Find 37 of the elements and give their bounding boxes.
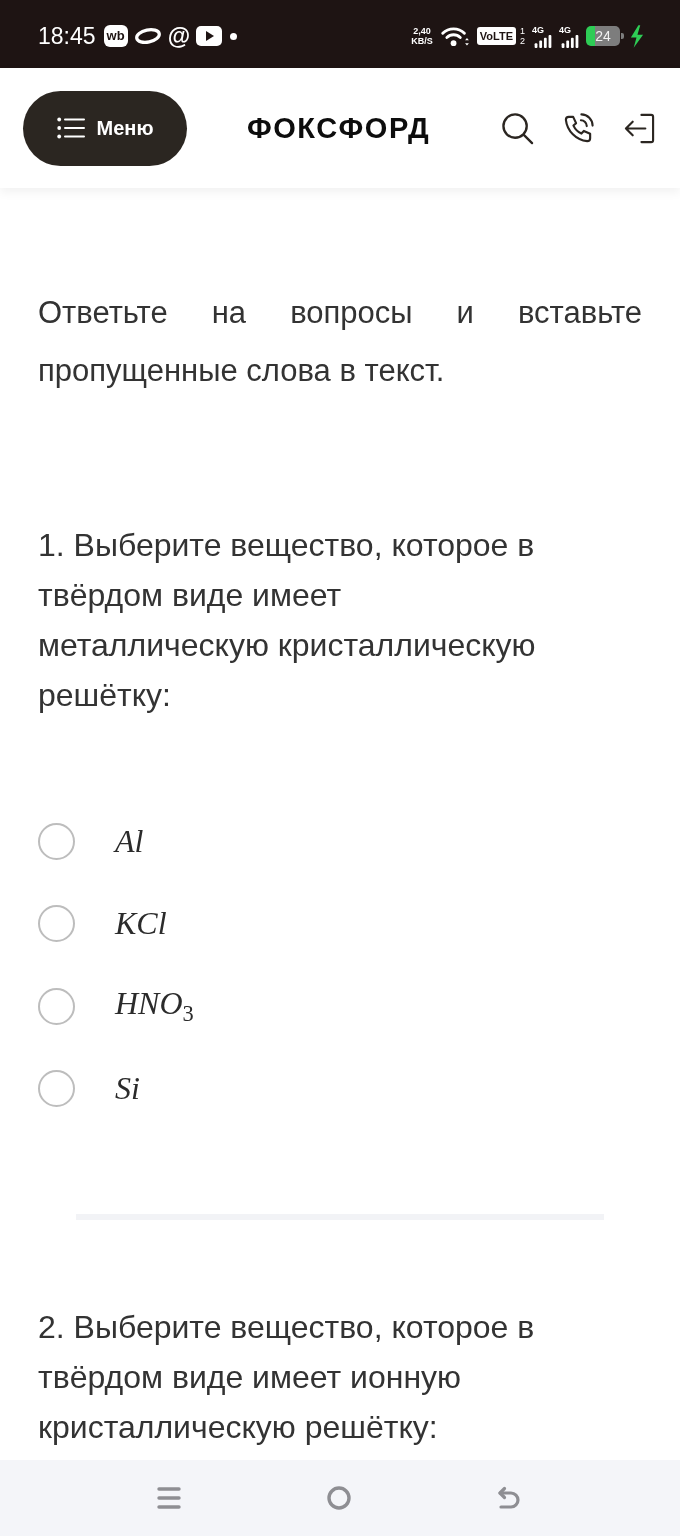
network-speed: 2,40 [413, 26, 431, 36]
speed-unit: KB/S [411, 36, 433, 46]
sim-slot-number: 1 [520, 26, 525, 36]
question-text: 1. Выберите вещество, которое в твёрдом виде имеет металлическую кристаллическую решётку: [38, 526, 537, 715]
option-label[interactable]: HNO$_{3}$ [115, 985, 194, 1028]
logo[interactable]: ФОКСФОРД [247, 111, 431, 145]
signal-icon [534, 34, 552, 48]
battery-indicator: 24 [586, 26, 624, 46]
home-icon[interactable] [327, 1486, 351, 1510]
option-label[interactable]: Si [115, 1070, 140, 1108]
recents-icon[interactable] [157, 1486, 181, 1510]
wifi-icon [439, 24, 470, 48]
network-type: 4G [559, 24, 571, 35]
instructions-text: Ответьте на вопросы и вставьте пропущенные слова в текст. [38, 294, 642, 390]
at-sign-icon: @ [167, 24, 191, 48]
play-icon [196, 26, 223, 46]
clock-time: 18:45 [38, 22, 96, 50]
radio-button[interactable] [38, 1070, 75, 1108]
volte-badge: VoLTE [476, 27, 516, 45]
app-badge: wb [103, 25, 128, 47]
ring-icon [133, 27, 162, 45]
radio-button[interactable] [38, 987, 75, 1025]
list-icon [56, 117, 85, 139]
search-icon[interactable] [501, 111, 534, 145]
signal-icon [561, 34, 579, 48]
menu-button[interactable]: Меню [23, 90, 187, 166]
sim-slot-number: 2 [520, 36, 525, 46]
option-label[interactable]: KCl [115, 905, 167, 943]
network-type: 4G [532, 24, 544, 35]
question-text: 2. Выберите вещество, которое в твёрдом виде имеет ионную кристаллическую решётку: [38, 1308, 536, 1447]
option-label[interactable]: Al [115, 822, 144, 860]
logout-icon[interactable] [623, 111, 656, 145]
back-icon[interactable] [497, 1486, 521, 1510]
radio-button[interactable] [38, 905, 75, 943]
notification-dot-icon [230, 32, 238, 40]
phone-icon[interactable] [562, 111, 595, 145]
radio-button[interactable] [38, 822, 75, 860]
